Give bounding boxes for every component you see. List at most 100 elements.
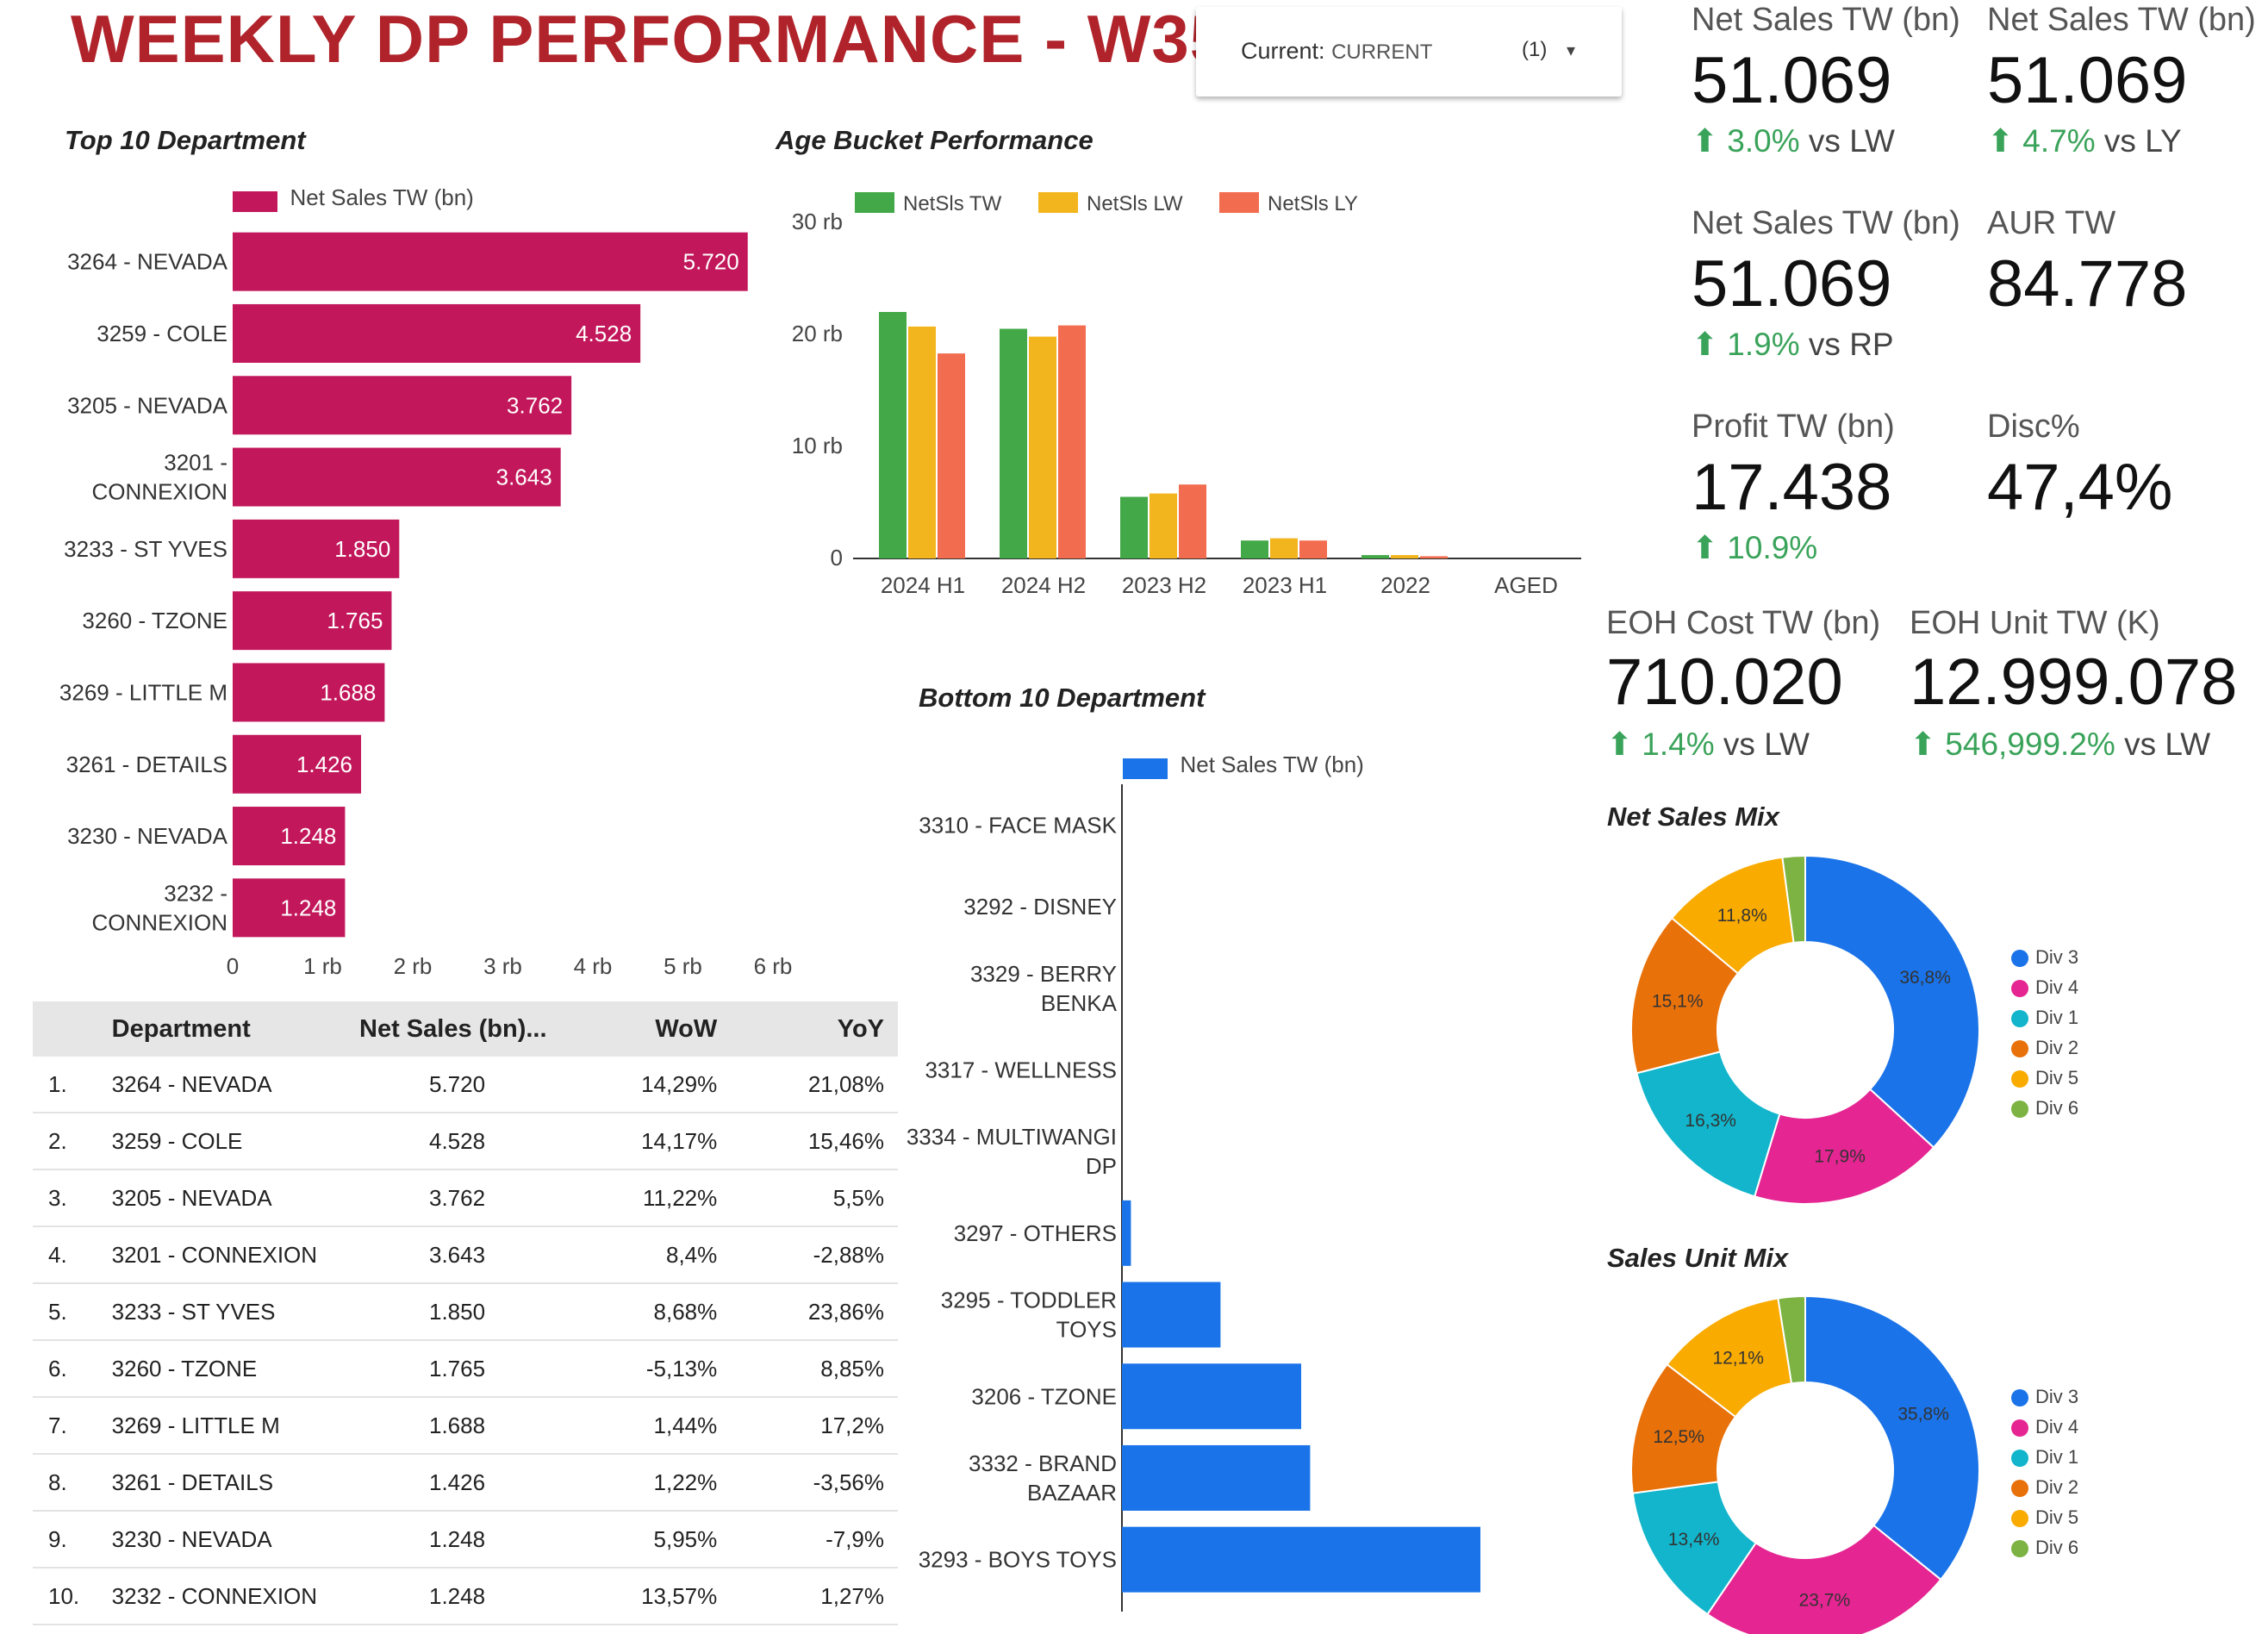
row-rank: 7. — [33, 1397, 111, 1455]
col-yoy[interactable]: YoY — [731, 1001, 898, 1057]
row-department: 3230 - NEVADA — [110, 1511, 358, 1569]
bottom10-title: Bottom 10 Department — [919, 683, 1206, 713]
table-row[interactable]: 8. 3261 - DETAILS 1.426 1,22% -3,56% — [33, 1454, 898, 1512]
kpi5-delta: ⬆ 10.9% — [1692, 530, 1818, 565]
row-yoy: 1,27% — [731, 1568, 898, 1625]
legend-label: Div 2 — [2035, 1476, 2079, 1498]
net-sales-mix-legend: Div 3 Div 4 Div 1 Div 2 Div 5 Div 6 — [2011, 946, 2078, 1127]
legend-dot — [2011, 1510, 2028, 1528]
age-bar — [1270, 538, 1298, 558]
legend-label: Div 5 — [2035, 1067, 2079, 1088]
page-title: WEEKLY DP PERFORMANCE - W35 — [71, 1, 1229, 77]
kpi1-label: Net Sales TW (bn) — [1692, 2, 1960, 38]
age-y-tick: 30 rb — [792, 209, 843, 234]
table-row[interactable]: 4. 3201 - CONNEXION 3.643 8,4% -2,88% — [33, 1226, 898, 1284]
department-table: Department Net Sales (bn)... WoW YoY 1. 3… — [33, 1001, 898, 1625]
row-wow: 11,22% — [572, 1169, 732, 1227]
kpi5-value: 17.438 — [1692, 451, 1892, 524]
bottom10-category-label: 3293 - BOYS TOYS — [919, 1547, 1117, 1573]
donut-slice — [1804, 854, 1980, 1149]
row-net-sales: 4.528 — [358, 1113, 573, 1170]
top10-category-label: 3205 - NEVADA — [67, 392, 228, 418]
top10-legend-label: Net Sales TW (bn) — [290, 184, 474, 210]
row-wow: 14,17% — [572, 1113, 732, 1170]
row-net-sales: 1.688 — [358, 1397, 573, 1455]
row-net-sales: 1.850 — [358, 1283, 573, 1341]
row-department: 3233 - ST YVES — [110, 1283, 358, 1341]
table-row[interactable]: 1. 3264 - NEVADA 5.720 14,29% 21,08% — [33, 1057, 898, 1113]
row-yoy: 17,2% — [731, 1397, 898, 1455]
legend-dot — [2011, 1540, 2028, 1558]
legend-item: Div 2 — [2011, 1037, 2078, 1067]
sales-unit-mix-legend: Div 3 Div 4 Div 1 Div 2 Div 5 Div 6 — [2011, 1386, 2078, 1567]
col-department[interactable]: Department — [110, 1001, 358, 1057]
age-legend-label: NetSls LY — [1268, 192, 1358, 215]
table-row[interactable]: 2. 3259 - COLE 4.528 14,17% 15,46% — [33, 1113, 898, 1170]
age-legend-swatch — [1038, 192, 1078, 213]
top10-data-label: 4.528 — [576, 321, 632, 346]
dropdown-caret-icon: ▾ — [1567, 41, 1576, 60]
top10-category-label: 3260 - TZONE — [82, 608, 227, 633]
donut-slice-label: 23,7% — [1799, 1590, 1851, 1610]
legend-label: Div 3 — [2035, 946, 2079, 968]
row-department: 3260 - TZONE — [110, 1340, 358, 1398]
age-x-tick: 2024 H2 — [1001, 572, 1086, 598]
top10-category-label: 3201 - — [164, 450, 227, 476]
age-legend-swatch — [1219, 192, 1259, 213]
kpi4-label: AUR TW — [1987, 205, 2116, 241]
age-bar — [1000, 328, 1027, 558]
bottom10-category-label: 3292 - DISNEY — [963, 894, 1117, 920]
age-title: Age Bucket Performance — [776, 125, 1094, 155]
top10-category-label: 3259 - COLE — [97, 321, 227, 346]
bottom10-legend-swatch — [1123, 758, 1168, 779]
bottom10-bar — [1122, 1282, 1221, 1348]
legend-item: Div 2 — [2011, 1476, 2078, 1506]
row-yoy: 5,5% — [731, 1169, 898, 1227]
bottom10-category-label: 3332 - BRAND — [969, 1450, 1117, 1476]
col-net-sales[interactable]: Net Sales (bn)... — [358, 1001, 573, 1057]
age-x-tick: 2022 — [1380, 572, 1430, 598]
row-wow: 8,4% — [572, 1226, 732, 1284]
age-x-tick: 2024 H1 — [881, 572, 965, 598]
current-filter-dropdown[interactable]: Current: CURRENT (1) ▾ — [1196, 7, 1622, 97]
table-row[interactable]: 5. 3233 - ST YVES 1.850 8,68% 23,86% — [33, 1283, 898, 1341]
age-y-tick: 20 rb — [792, 321, 843, 346]
row-rank: 2. — [33, 1113, 111, 1170]
filter-count: (1) — [1522, 38, 1548, 61]
legend-item: Div 3 — [2011, 1386, 2078, 1416]
age-bar — [1361, 555, 1389, 558]
age-legend-swatch — [855, 192, 894, 213]
legend-item: Div 5 — [2011, 1506, 2078, 1537]
top10-data-label: 1.765 — [327, 608, 383, 633]
row-department: 3264 - NEVADA — [110, 1057, 358, 1113]
legend-label: Div 4 — [2035, 976, 2079, 998]
legend-label: Div 6 — [2035, 1537, 2079, 1558]
row-rank: 1. — [33, 1057, 111, 1113]
bottom10-bar — [1122, 1526, 1480, 1593]
kpi5-label: Profit TW (bn) — [1692, 408, 1895, 445]
row-wow: 1,22% — [572, 1454, 732, 1512]
top10-data-label: 1.688 — [320, 679, 376, 705]
age-bar — [1179, 484, 1206, 558]
top10-x-tick: 1 rb — [303, 953, 342, 979]
donut-slice-label: 13,4% — [1668, 1530, 1720, 1550]
table-row[interactable]: 7. 3269 - LITTLE M 1.688 1,44% 17,2% — [33, 1397, 898, 1455]
age-y-tick: 10 rb — [792, 433, 843, 458]
legend-dot — [2011, 1480, 2028, 1498]
top10-data-label: 1.850 — [334, 536, 390, 562]
table-row[interactable]: 3. 3205 - NEVADA 3.762 11,22% 5,5% — [33, 1169, 898, 1227]
col-wow[interactable]: WoW — [572, 1001, 732, 1057]
bottom10-category-label: 3310 - FACE MASK — [919, 812, 1117, 838]
donut-slice-label: 36,8% — [1899, 968, 1951, 988]
age-bar — [1150, 493, 1177, 558]
table-row[interactable]: 10. 3232 - CONNEXION 1.248 13,57% 1,27% — [33, 1568, 898, 1625]
age-bar — [1299, 540, 1327, 558]
top10-x-tick: 3 rb — [483, 953, 522, 979]
top10-category-label: 3233 - ST YVES — [64, 536, 227, 562]
top10-category-label: 3264 - NEVADA — [67, 249, 228, 275]
bottom10-category-label: TOYS — [1056, 1317, 1117, 1343]
table-row[interactable]: 9. 3230 - NEVADA 1.248 5,95% -7,9% — [33, 1511, 898, 1569]
row-department: 3269 - LITTLE M — [110, 1397, 358, 1455]
table-row[interactable]: 6. 3260 - TZONE 1.765 -5,13% 8,85% — [33, 1340, 898, 1398]
legend-label: Div 4 — [2035, 1416, 2079, 1438]
